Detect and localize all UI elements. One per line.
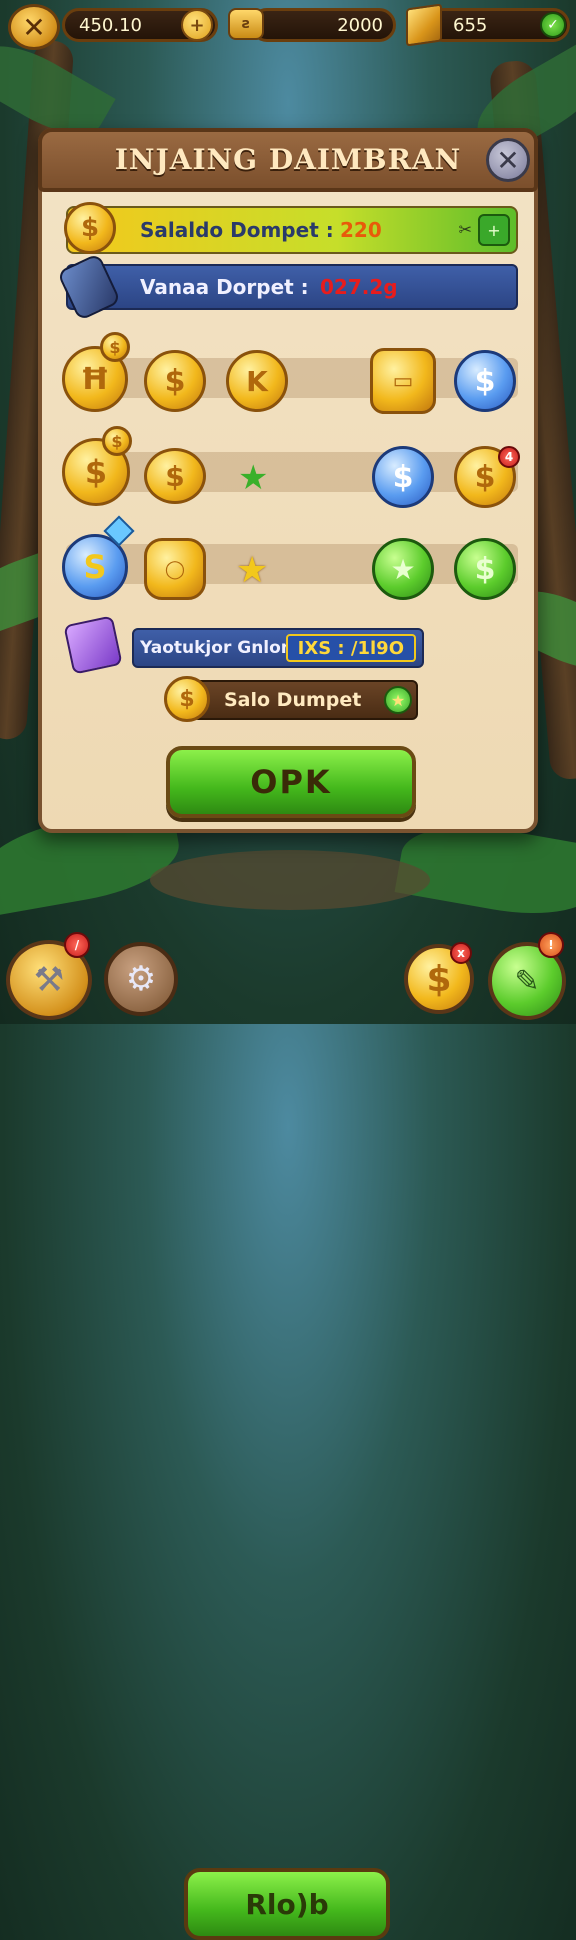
notification-badge: x bbox=[450, 942, 472, 964]
green-star-coin-icon[interactable]: ★ bbox=[372, 538, 434, 600]
notification-badge: ! bbox=[538, 932, 564, 958]
gold-star-icon[interactable]: ★ bbox=[236, 550, 268, 591]
close-button[interactable]: ✕ bbox=[486, 138, 530, 182]
variasi-value: 027.2g bbox=[320, 275, 398, 299]
bottom-bar: ⚒ / ⚙ Rlo)b $ x ✎ ! bbox=[0, 930, 576, 1940]
crafting-button[interactable]: ⚙ bbox=[104, 942, 178, 1016]
blue-coin-icon[interactable]: $ bbox=[372, 446, 434, 508]
salo-label: Salo Dumpet bbox=[224, 689, 362, 711]
purple-box-icon bbox=[63, 615, 123, 675]
green-star-icon[interactable]: ★ bbox=[238, 458, 268, 498]
coins-resource: 450.10 + bbox=[62, 8, 218, 42]
star-icon: ★ bbox=[384, 686, 412, 714]
notification-badge: / bbox=[64, 932, 90, 958]
coins-value: 450.10 bbox=[79, 14, 142, 36]
small-coin-icon: $ bbox=[100, 332, 130, 362]
coin-item-icon[interactable]: K bbox=[226, 350, 288, 412]
code-label: Yaotukjor Gnlont: bbox=[140, 638, 308, 658]
scroll-icon bbox=[56, 252, 122, 322]
treasure-box-icon bbox=[406, 3, 442, 47]
green-coin-icon[interactable]: $ bbox=[454, 538, 516, 600]
boxes-value: 655 bbox=[453, 14, 488, 36]
add-icon[interactable]: + bbox=[478, 214, 510, 246]
gold-bar-icon: ƨ bbox=[228, 8, 264, 40]
code-bar: Yaotukjor Gnlont: IXS : /1l9O bbox=[132, 628, 424, 668]
saldo-bar: $ Salaldo Dompet : 220 ✂ + bbox=[64, 202, 518, 254]
notification-badge: 4 bbox=[498, 446, 520, 468]
shelf bbox=[66, 452, 518, 492]
gold-bar-item-icon[interactable]: ▭ bbox=[370, 348, 436, 414]
brush-icon: ✎ bbox=[514, 963, 540, 999]
close-icon[interactable]: ✕ bbox=[8, 4, 60, 50]
panel-header: INJAING DAIMBRAN ✕ bbox=[38, 128, 538, 192]
coin-item-icon[interactable]: $ bbox=[144, 350, 206, 412]
dirt-path bbox=[150, 850, 430, 910]
play-button[interactable]: Rlo)b bbox=[184, 1868, 390, 1940]
shelf bbox=[66, 358, 518, 398]
wrench-icon: ⚒ bbox=[33, 960, 65, 1000]
check-icon[interactable]: ✓ bbox=[540, 12, 566, 38]
salo-bar[interactable]: Salo Dumpet ★ bbox=[192, 680, 418, 720]
ok-button[interactable]: OPK bbox=[166, 746, 416, 818]
saldo-label: Salaldo Dompet : bbox=[140, 218, 334, 242]
shelf bbox=[66, 544, 518, 584]
coin-item-icon[interactable]: $ bbox=[144, 448, 206, 504]
panel-title: INJAING DAIMBRAN bbox=[114, 143, 462, 176]
blue-coin-icon[interactable]: $ bbox=[454, 350, 516, 412]
dialog-panel: INJAING DAIMBRAN ✕ $ Salaldo Dompet : 22… bbox=[38, 128, 538, 833]
gold-ring-icon[interactable]: ◯ bbox=[144, 538, 206, 600]
scissors-icon: ✂ bbox=[458, 220, 472, 239]
variasi-label: Vanaa Dorpet : bbox=[140, 275, 309, 299]
variasi-bar: Vanaa Dorpet : 027.2g bbox=[56, 252, 518, 322]
gold-value: 2000 bbox=[337, 14, 383, 36]
code-value: IXS : /1l9O bbox=[285, 634, 416, 662]
dollar-coin-icon: $ bbox=[64, 202, 116, 254]
top-bar: ✕ 450.10 + 2000 ƨ 655 ✓ bbox=[0, 0, 576, 52]
coin-plus-icon[interactable]: + bbox=[181, 9, 213, 41]
small-coin-icon: $ bbox=[102, 426, 132, 456]
anvil-icon: ⚙ bbox=[125, 959, 157, 999]
gold-resource: 2000 bbox=[250, 8, 396, 42]
dollar-coin-icon: $ bbox=[164, 676, 210, 722]
saldo-value: 220 bbox=[340, 218, 382, 242]
